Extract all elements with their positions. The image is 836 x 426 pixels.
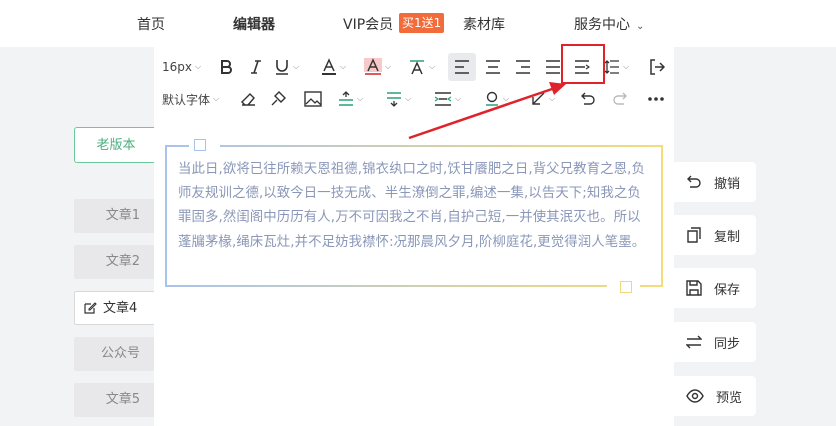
undo-icon <box>687 175 701 188</box>
copy-icon <box>687 227 701 243</box>
preview-label: 预览 <box>716 390 743 406</box>
copy-label: 复制 <box>714 229 741 245</box>
save-button[interactable]: 保存 <box>674 268 756 308</box>
preview-button[interactable]: 预览 <box>674 376 756 416</box>
sync-label: 同步 <box>714 336 741 352</box>
sync-icon <box>686 335 702 349</box>
save-label: 保存 <box>714 282 741 298</box>
save-icon <box>686 280 702 296</box>
content-frame[interactable]: 当此日,欲将已往所赖天恩祖德,锦衣纨口之时,饫甘餍肥之日,背父兄教育之恩,负师友… <box>165 139 663 293</box>
frame-corner-square <box>194 139 206 151</box>
undo-label: 撤销 <box>714 176 741 192</box>
eye-icon <box>686 389 704 403</box>
content-text[interactable]: 当此日,欲将已往所赖天恩祖德,锦衣纨口之时,饫甘餍肥之日,背父兄教育之恩,负师友… <box>178 158 652 255</box>
undo-button[interactable]: 撤销 <box>674 162 756 202</box>
frame-corner-square <box>620 281 632 293</box>
sync-button[interactable]: 同步 <box>674 322 756 362</box>
copy-button[interactable]: 复制 <box>674 215 756 255</box>
